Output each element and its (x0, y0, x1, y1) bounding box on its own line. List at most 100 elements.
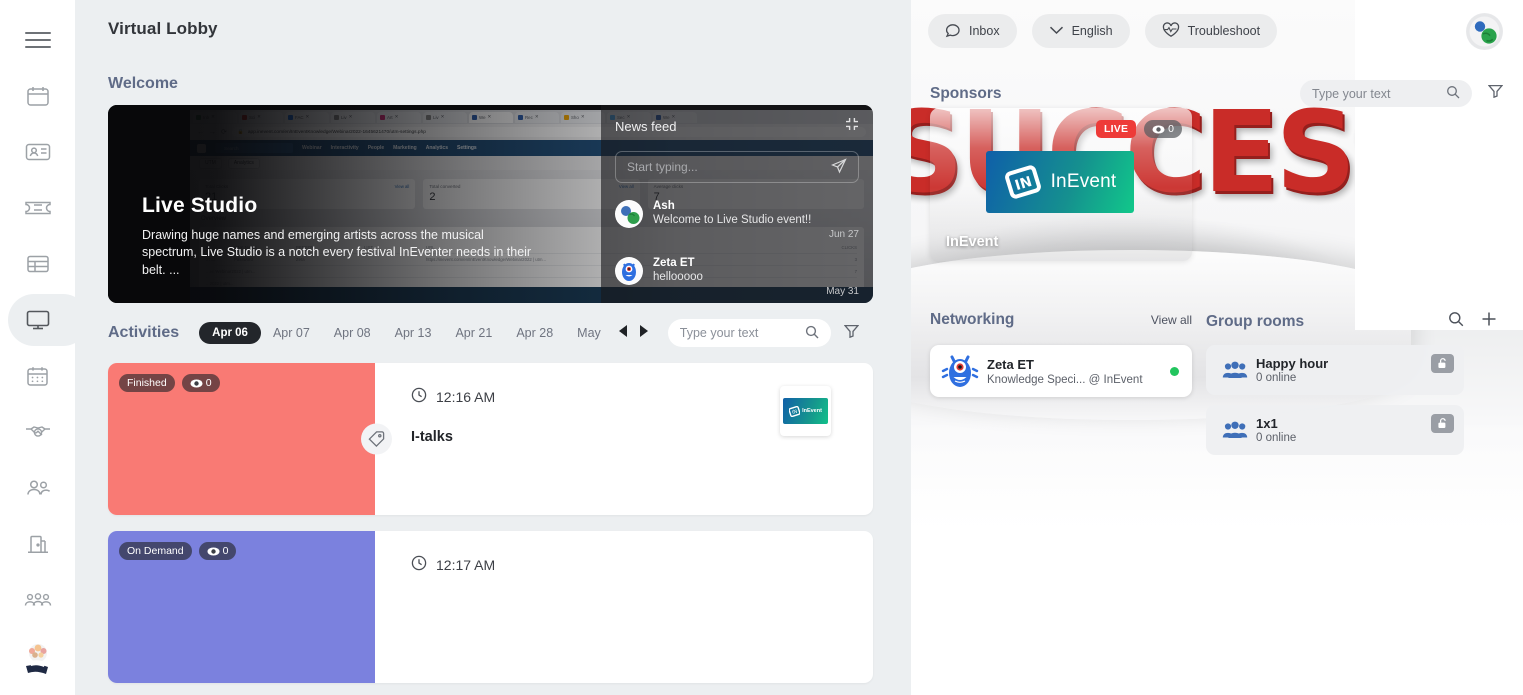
troubleshoot-button[interactable]: Troubleshoot (1144, 14, 1278, 48)
unlock-icon-badge[interactable] (1431, 414, 1454, 433)
eye-icon (1152, 125, 1165, 133)
top-bar: Inbox English Troubleshoot (911, 0, 1523, 62)
date-tab[interactable]: Apr 07 (261, 321, 322, 345)
group-room-card[interactable]: Happy hour 0 online (1206, 345, 1464, 395)
group-room-card[interactable]: 1x1 0 online (1206, 405, 1464, 455)
sidebar-item-contacts[interactable] (0, 124, 75, 180)
date-tab[interactable]: Apr 28 (504, 321, 565, 345)
booth-icon (26, 533, 50, 555)
tag-icon-button[interactable] (361, 423, 392, 455)
search-icon[interactable] (805, 325, 819, 342)
sidebar-item-sponsors[interactable] (0, 404, 75, 460)
group-room-online-count: 0 online (1256, 432, 1297, 444)
profile-avatar[interactable] (1466, 12, 1503, 50)
activities-search-input[interactable]: Type your text (667, 319, 831, 347)
activity-card[interactable]: Finished 0 12:16 AM I-talks IN InEvent (108, 363, 873, 515)
sidebar-item-spreadsheet[interactable] (0, 236, 75, 292)
welcome-section-title: Welcome (108, 75, 178, 92)
add-room-icon[interactable] (1481, 311, 1497, 332)
date-tab-active[interactable]: Apr 06 (199, 322, 261, 344)
networking-view-all-link[interactable]: View all (1151, 313, 1192, 327)
left-sidebar (0, 0, 89, 695)
sponsors-search-placeholder: Type your text (1312, 86, 1391, 101)
send-icon[interactable] (830, 157, 847, 177)
group-room-info: Happy hour 0 online (1256, 356, 1452, 384)
sponsors-title: Sponsors (930, 84, 1002, 102)
activity-sponsor-logo: IN InEvent (780, 386, 831, 436)
sponsor-name: InEvent (946, 234, 999, 250)
avatar (938, 351, 982, 391)
ticket-icon (24, 199, 52, 217)
networking-person-card[interactable]: Zeta ET Knowledge Speci... @ InEvent (930, 345, 1192, 397)
page-title: Virtual Lobby (108, 19, 218, 38)
views-count: 0 (205, 377, 212, 389)
networking-header: Networking View all (930, 311, 1192, 329)
avatar (615, 257, 643, 285)
news-feed-input[interactable]: Start typing... (615, 151, 859, 183)
news-feed-text: hellooooo (653, 271, 703, 283)
avatar (615, 200, 643, 228)
collapse-icon[interactable] (845, 117, 859, 136)
unlock-icon (1438, 358, 1446, 368)
inevent-logo-icon: IN (1004, 165, 1041, 199)
eye-icon (190, 379, 203, 387)
sponsor-card[interactable]: LIVE 0 IN InEvent InEvent (930, 108, 1192, 261)
app-root: Virtual Lobby Welcome Inb✕ Sci✕ FAC✕ Liv… (0, 0, 1523, 695)
activity-details: 12:16 AM I-talks IN InEvent (375, 363, 873, 515)
sidebar-item-groups[interactable] (0, 572, 75, 628)
sidebar-item-tickets[interactable] (0, 180, 75, 236)
date-tab[interactable]: Apr 13 (383, 321, 444, 345)
filter-icon[interactable] (843, 324, 860, 343)
activity-time: 12:16 AM (436, 388, 496, 405)
networking-person-role: Knowledge Speci... @ InEvent (987, 373, 1143, 386)
sidebar-user-avatar[interactable] (15, 637, 61, 683)
chevron-down-icon (1049, 24, 1064, 38)
search-icon[interactable] (1446, 85, 1460, 102)
main-content: Virtual Lobby Welcome Inb✕ Sci✕ FAC✕ Liv… (75, 0, 911, 695)
group-room-name: Happy hour (1256, 356, 1329, 371)
networking-person-info: Zeta ET Knowledge Speci... @ InEvent (982, 357, 1170, 386)
date-tab[interactable]: Apr 08 (322, 321, 383, 345)
status-badge: On Demand (119, 542, 192, 560)
date-tab[interactable]: May (565, 321, 613, 345)
tag-icon (368, 431, 385, 448)
handshake-icon (24, 423, 52, 441)
networking-title: Networking (930, 311, 1015, 328)
sidebar-item-attendees[interactable] (0, 460, 75, 516)
news-feed-text: Welcome to Live Studio event!! (653, 214, 812, 226)
people-group-icon (1222, 361, 1256, 380)
sidebar-item-agenda[interactable] (0, 348, 75, 404)
language-button[interactable]: English (1031, 14, 1130, 48)
hero-text-block: Live Studio Drawing huge names and emerg… (142, 194, 542, 280)
chevron-left-icon[interactable] (618, 324, 628, 342)
news-feed-title: News feed (615, 119, 677, 134)
search-icon[interactable] (1448, 311, 1464, 332)
sidebar-item-events[interactable] (0, 68, 75, 124)
sponsor-logo-label: InEvent (1050, 171, 1117, 192)
sidebar-item-virtual-lobby[interactable] (0, 292, 89, 348)
activity-thumbnail: Finished 0 (108, 363, 375, 515)
sponsors-header: Sponsors Type your text (930, 80, 1504, 107)
sponsors-search-input[interactable]: Type your text (1300, 80, 1472, 107)
sidebar-item-hamburger-menu[interactable] (0, 12, 75, 68)
news-feed-message-body: Zeta ET hellooooo May 31 (653, 257, 859, 297)
sponsors-filter-icon[interactable] (1487, 84, 1504, 103)
news-feed-header: News feed (615, 117, 859, 136)
activity-card[interactable]: On Demand 0 12:17 AM (108, 531, 873, 683)
inbox-button[interactable]: Inbox (928, 14, 1017, 48)
online-status-dot (1170, 366, 1179, 376)
hero-banner[interactable]: Inb✕ Sci✕ FAC✕ Liv✕ Art✕ Liv✕ We✕ Rec✕ S… (108, 105, 873, 303)
id-card-icon (25, 142, 51, 162)
sponsor-logo: IN InEvent (986, 151, 1134, 213)
inbox-label: Inbox (969, 24, 1000, 38)
astronaut-avatar-icon (616, 201, 642, 227)
views-badge: 0 (1144, 120, 1182, 138)
group-room-info: 1x1 0 online (1256, 416, 1452, 444)
unlock-icon-badge[interactable] (1431, 354, 1454, 373)
table-icon (26, 254, 50, 274)
sidebar-item-exhibitors[interactable] (0, 516, 75, 572)
date-tab[interactable]: Apr 21 (443, 321, 504, 345)
chevron-right-icon[interactable] (639, 324, 648, 342)
inevent-logo-icon: IN InEvent (783, 398, 828, 424)
monster-avatar-icon (941, 355, 979, 387)
